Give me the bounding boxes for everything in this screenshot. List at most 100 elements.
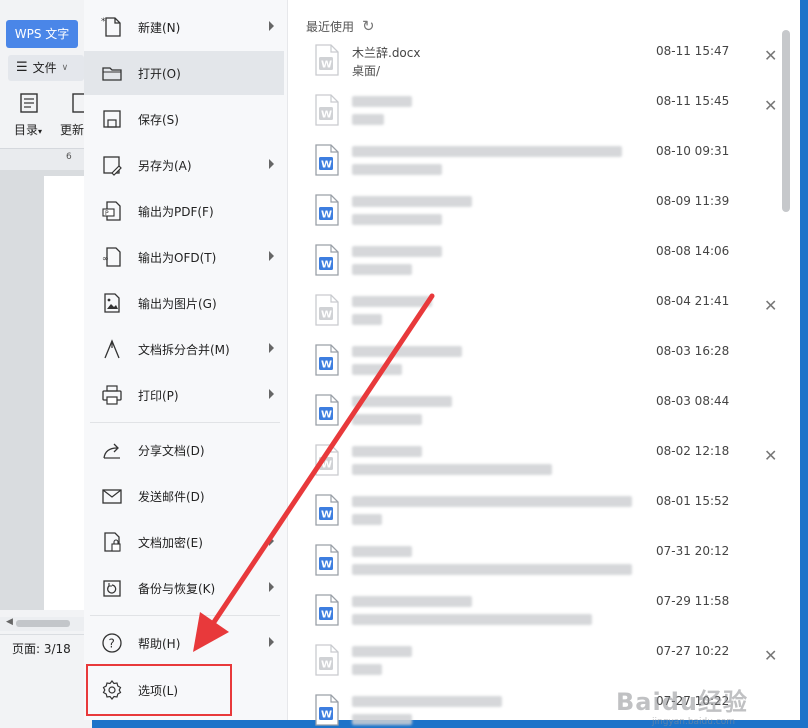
recent-file-row[interactable]: W 08-01 15:52: [288, 490, 788, 540]
ruler: [0, 148, 92, 170]
svg-text:W: W: [321, 260, 332, 271]
svg-text:W: W: [321, 60, 332, 71]
recent-files-title: 最近使用: [306, 19, 355, 34]
file-menu-button[interactable]: ☰ 文件 ∨: [8, 55, 84, 81]
redacted-text: [352, 664, 382, 675]
word-doc-icon: W: [315, 494, 339, 526]
recent-file-date: 08-09 11:39: [656, 194, 730, 208]
image-icon: [104, 293, 120, 313]
close-icon[interactable]: ✕: [764, 46, 777, 65]
recent-file-date: 08-11 15:47: [656, 44, 730, 58]
redacted-text: [352, 146, 622, 157]
refresh-icon[interactable]: ↻: [362, 17, 375, 35]
close-icon[interactable]: ✕: [764, 646, 777, 665]
menu-item-label: 输出为PDF(F): [138, 204, 214, 219]
menu-item-label: 打开(O): [138, 66, 181, 81]
menu-divider: [90, 615, 280, 616]
recent-file-row[interactable]: W 08-04 21:41 ✕: [288, 290, 788, 340]
menu-item-backup-restore[interactable]: 备份与恢复(K): [84, 566, 284, 610]
update-button-label[interactable]: 更新: [60, 121, 84, 138]
menu-item-split-merge[interactable]: 文档拆分合并(M): [84, 327, 284, 371]
menu-item-encrypt[interactable]: 文档加密(E): [84, 520, 284, 564]
page-status[interactable]: 页面: 3/18: [12, 640, 71, 657]
mail-icon: [102, 489, 122, 504]
svg-text:W: W: [321, 410, 332, 421]
close-icon[interactable]: ✕: [764, 446, 777, 465]
watermark-subtext: jingyan.baidu.com: [652, 717, 736, 727]
redacted-text: [352, 514, 382, 525]
menu-item-share[interactable]: 分享文档(D): [84, 428, 284, 472]
scroll-left-icon[interactable]: ◀: [6, 617, 13, 627]
svg-text:W: W: [321, 510, 332, 521]
recent-file-row[interactable]: W 08-10 09:31: [288, 140, 788, 190]
recent-file-date: 08-08 14:06: [656, 244, 730, 258]
svg-text:*: *: [101, 17, 106, 27]
svg-text:W: W: [321, 660, 332, 671]
menu-item-export-image[interactable]: 输出为图片(G): [84, 281, 284, 325]
save-icon: [103, 110, 121, 128]
menu-item-new[interactable]: * 新建(N): [84, 5, 284, 49]
word-doc-icon: W: [315, 194, 339, 226]
menu-item-export-pdf[interactable]: P 输出为PDF(F): [84, 189, 284, 233]
menu-item-label: 输出为OFD(T): [138, 250, 217, 265]
recent-file-date: 07-31 20:12: [656, 544, 730, 558]
word-doc-icon: W: [315, 94, 339, 126]
svg-text:W: W: [321, 110, 332, 121]
word-doc-icon: W: [315, 344, 339, 376]
share-icon: [103, 443, 120, 459]
recent-file-row[interactable]: W 07-31 20:12: [288, 540, 788, 590]
toc-button-label[interactable]: 目录▾: [14, 121, 42, 138]
menu-item-export-ofd[interactable]: ∞ 输出为OFD(T): [84, 235, 284, 279]
redacted-text: [352, 114, 384, 125]
redacted-text: [352, 96, 412, 107]
save-as-icon: [103, 156, 122, 176]
close-icon[interactable]: ✕: [764, 96, 777, 115]
recent-file-row[interactable]: W 08-02 12:18 ✕: [288, 440, 788, 490]
vertical-scroll-thumb[interactable]: [782, 30, 790, 212]
redacted-text: [352, 414, 422, 425]
print-icon: [102, 385, 122, 405]
menu-item-label: 分享文档(D): [138, 443, 205, 458]
recent-file-row[interactable]: W 08-03 08:44: [288, 390, 788, 440]
recent-file-date: 08-03 16:28: [656, 344, 730, 358]
recent-file-date: 08-02 12:18: [656, 444, 730, 458]
toc-icon[interactable]: [18, 92, 42, 114]
menu-item-label: 帮助(H): [138, 636, 181, 651]
redacted-text: [352, 246, 442, 257]
file-menu-panel: * 新建(N) 打开(O) 保存(S) 另存为(A) P 输出为PDF(F) ∞…: [84, 0, 288, 720]
word-doc-icon: W: [315, 44, 339, 76]
menu-item-save[interactable]: 保存(S): [84, 97, 284, 141]
menu-item-save-as[interactable]: 另存为(A): [84, 143, 284, 187]
recent-file-row[interactable]: W 08-11 15:45 ✕: [288, 90, 788, 140]
recent-file-row[interactable]: W 木兰辞.docx 桌面/08-11 15:47 ✕: [288, 40, 788, 90]
recent-file-row[interactable]: W 07-29 11:58: [288, 590, 788, 640]
menu-item-open[interactable]: 打开(O): [84, 51, 284, 95]
ruler-mark: 6: [66, 152, 72, 162]
redacted-text: [352, 496, 632, 507]
svg-text:∞: ∞: [102, 254, 109, 263]
menu-item-help[interactable]: ? 帮助(H): [84, 621, 284, 665]
svg-text:W: W: [321, 610, 332, 621]
word-doc-icon: W: [315, 644, 339, 676]
close-icon[interactable]: ✕: [764, 296, 777, 315]
redacted-text: [352, 446, 422, 457]
wps-writer-tab[interactable]: WPS 文字: [6, 20, 78, 48]
svg-text:?: ?: [109, 637, 115, 651]
redacted-text: [352, 646, 412, 657]
menu-item-send-mail[interactable]: 发送邮件(D): [84, 474, 284, 518]
folder-icon: [102, 67, 122, 81]
recent-file-row[interactable]: W 08-09 11:39: [288, 190, 788, 240]
chevron-down-icon: ∨: [61, 63, 69, 73]
redacted-text: [352, 614, 592, 625]
word-doc-icon: W: [315, 544, 339, 576]
watermark-text: Baidu经验: [616, 688, 748, 716]
horizontal-scroll-thumb[interactable]: [16, 620, 70, 627]
recent-file-row[interactable]: W 08-08 14:06: [288, 240, 788, 290]
word-doc-icon: W: [315, 444, 339, 476]
recent-file-row[interactable]: W 08-03 16:28: [288, 340, 788, 390]
redacted-text: [352, 164, 442, 175]
new-doc-icon: *: [101, 17, 121, 37]
redacted-text: [352, 264, 412, 275]
watermark: Baidu经验 jingyan.baidu.com: [616, 682, 796, 727]
menu-item-print[interactable]: 打印(P): [84, 373, 284, 417]
